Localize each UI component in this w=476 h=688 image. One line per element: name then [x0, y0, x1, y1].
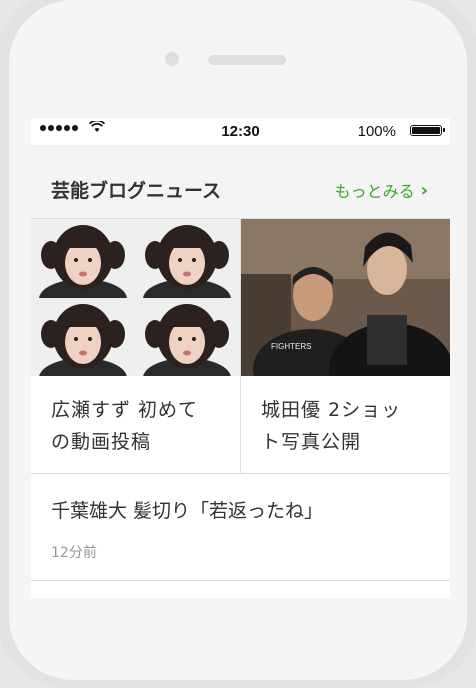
news-card[interactable]: FIGHTERS 城田優 2ショッ ト写真公開: [241, 219, 450, 473]
featured-cards: 広瀬すず 初めて の動画投稿 FIGHTERS 城田優 2ショッ ト写真公開: [31, 219, 450, 473]
chevron-right-icon: ›: [420, 179, 428, 201]
more-link-label: もっとみる: [334, 182, 415, 201]
battery-percent: 100%: [357, 123, 396, 140]
svg-text:FIGHTERS: FIGHTERS: [271, 342, 311, 351]
phone-frame: 12:30 100% 芸能ブログニュース もっとみる › 広瀬すず 初めて の動…: [0, 0, 476, 688]
phone-screen: 12:30 100% 芸能ブログニュース もっとみる › 広瀬すず 初めて の動…: [31, 118, 450, 598]
section-title: 芸能ブログニュース: [51, 180, 222, 202]
news-card-photo: [31, 219, 240, 376]
news-card-photo: FIGHTERS: [241, 219, 450, 376]
status-bar: 12:30 100%: [31, 118, 450, 145]
news-card[interactable]: 広瀬すず 初めて の動画投稿: [31, 219, 241, 473]
front-camera: [165, 52, 179, 66]
battery-icon: [410, 125, 445, 136]
more-link[interactable]: もっとみる ›: [335, 178, 428, 202]
list-item-title: 千葉雄大 髪切り「若返ったね」: [51, 500, 324, 522]
news-card-title: 広瀬すず 初めて の動画投稿: [51, 399, 199, 453]
section-header: 芸能ブログニュース もっとみる ›: [31, 145, 450, 219]
divider: [31, 580, 450, 581]
list-item[interactable]: 千葉雄大 髪切り「若返ったね」 12分前: [31, 474, 450, 580]
earpiece-speaker: [208, 55, 286, 65]
list-item-timestamp: 12分前: [51, 545, 97, 561]
news-card-title: 城田優 2ショッ ト写真公開: [261, 399, 402, 453]
